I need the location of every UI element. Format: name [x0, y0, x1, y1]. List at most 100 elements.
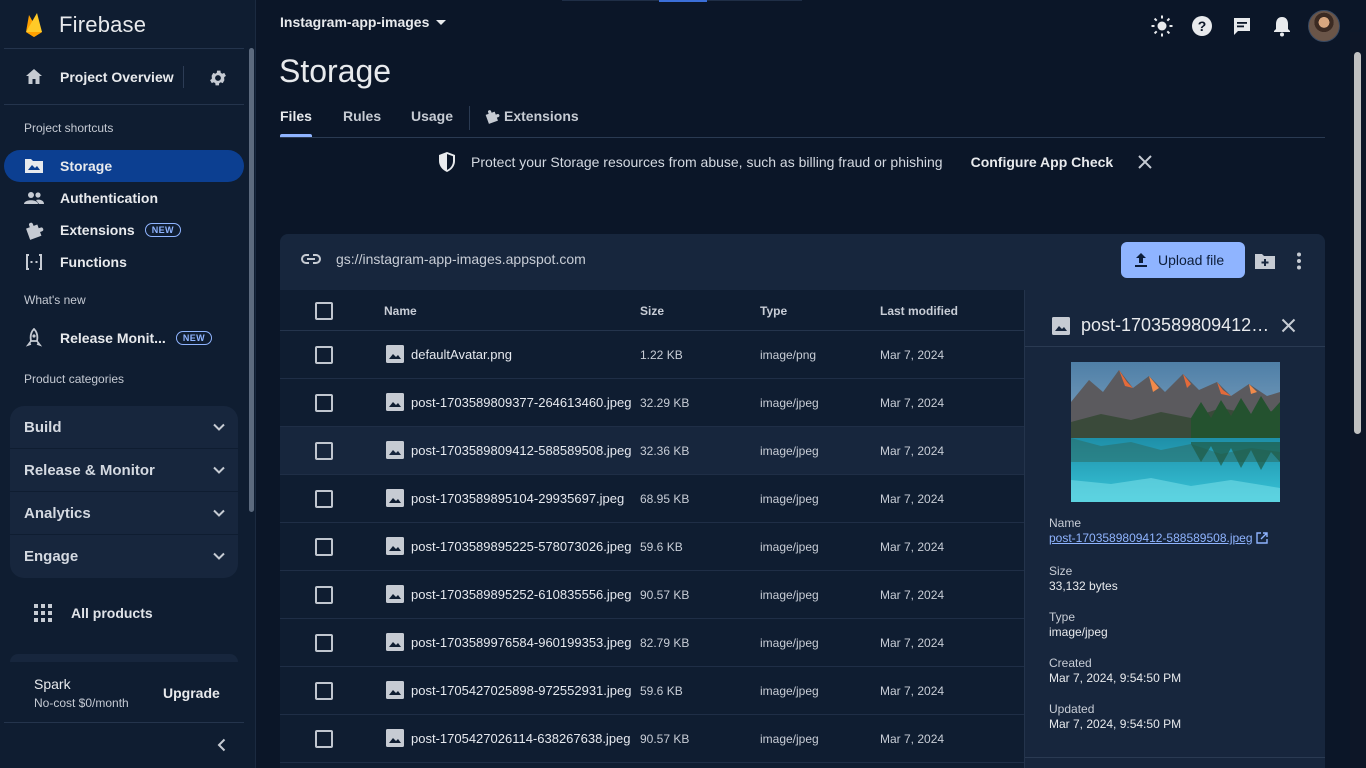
- details-created-value: Mar 7, 2024, 9:54:50 PM: [1049, 671, 1182, 685]
- close-icon[interactable]: [1281, 318, 1296, 333]
- all-products-link[interactable]: All products: [34, 604, 153, 622]
- sidebar-item-storage[interactable]: Storage: [4, 150, 244, 182]
- upgrade-button[interactable]: Upgrade: [163, 685, 220, 701]
- row-checkbox[interactable]: [315, 634, 333, 652]
- brand[interactable]: Firebase: [24, 10, 146, 40]
- sidebar-item-label: Release Monit...: [60, 330, 166, 346]
- file-name[interactable]: post-1705427025898-972552931.jpeg: [411, 683, 631, 698]
- sidebar-item-functions[interactable]: Functions: [4, 246, 244, 278]
- table-row[interactable]: post-1703589895104-29935697.jpeg 68.95 KB…: [280, 475, 1024, 523]
- file-modified: Mar 7, 2024: [880, 444, 945, 458]
- details-type-label: Type: [1049, 610, 1076, 624]
- theme-toggle-button[interactable]: [1150, 14, 1174, 38]
- row-checkbox[interactable]: [315, 730, 333, 748]
- file-size: 59.6 KB: [640, 684, 683, 698]
- avatar[interactable]: [1308, 10, 1340, 42]
- new-badge: NEW: [175, 331, 213, 345]
- file-modified: Mar 7, 2024: [880, 492, 945, 506]
- more-vert-icon[interactable]: [1296, 252, 1302, 270]
- file-name[interactable]: post-1703589895104-29935697.jpeg: [411, 491, 624, 506]
- sidebar-item-authentication[interactable]: Authentication: [4, 182, 244, 214]
- file-size: 1.22 KB: [640, 348, 683, 362]
- sidebar-item-release-monitor[interactable]: Release Monit... NEW: [4, 322, 244, 354]
- file-name[interactable]: post-1703589976584-960199353.jpeg: [411, 635, 631, 650]
- table-row[interactable]: post-1705427025898-972552931.jpeg 59.6 KB…: [280, 667, 1024, 715]
- sidebar-divider: [4, 104, 244, 105]
- storage-icon: [24, 156, 44, 176]
- plan-name: Spark: [34, 676, 71, 692]
- file-name[interactable]: post-1705427026114-638267638.jpeg: [411, 731, 631, 746]
- file-name[interactable]: post-1703589809377-264613460.jpeg: [411, 395, 631, 410]
- help-button[interactable]: ?: [1190, 14, 1214, 38]
- row-checkbox[interactable]: [315, 490, 333, 508]
- file-name[interactable]: post-1703589809412-588589508.jpeg: [411, 443, 631, 458]
- svg-text:?: ?: [1198, 18, 1207, 34]
- project-picker[interactable]: Instagram-app-images: [280, 14, 447, 30]
- scrollbar-thumb[interactable]: [1354, 52, 1361, 434]
- category-analytics[interactable]: Analytics: [10, 492, 238, 535]
- table-row[interactable]: post-1703589976584-960199353.jpeg 82.79 K…: [280, 619, 1024, 667]
- category-release-monitor[interactable]: Release & Monitor: [10, 449, 238, 492]
- row-checkbox[interactable]: [315, 586, 333, 604]
- upload-icon: [1135, 253, 1147, 267]
- column-type[interactable]: Type: [760, 304, 787, 318]
- category-engage[interactable]: Engage: [10, 535, 238, 578]
- category-label: Release & Monitor: [24, 461, 155, 479]
- file-name[interactable]: post-1703589895225-578073026.jpeg: [411, 539, 631, 554]
- file-modified: Mar 7, 2024: [880, 684, 945, 698]
- upload-file-button[interactable]: Upload file: [1121, 242, 1245, 278]
- feedback-button[interactable]: [1230, 14, 1254, 38]
- tab-extensions[interactable]: Extensions: [484, 108, 579, 124]
- table-row[interactable]: post-1703589895252-610835556.jpeg 90.57 K…: [280, 571, 1024, 619]
- gear-icon[interactable]: [208, 68, 228, 88]
- tab-rules[interactable]: Rules: [343, 108, 381, 124]
- apps-grid-icon: [34, 604, 52, 622]
- row-checkbox[interactable]: [315, 346, 333, 364]
- project-overview-link[interactable]: Project Overview: [24, 64, 244, 90]
- details-divider: [1025, 757, 1325, 758]
- row-checkbox[interactable]: [315, 394, 333, 412]
- bucket-path[interactable]: gs://instagram-app-images.appspot.com: [300, 251, 586, 267]
- file-name-text: post-1703589809412-588589508.jpeg: [1049, 531, 1253, 545]
- column-size[interactable]: Size: [640, 304, 664, 318]
- column-name[interactable]: Name: [384, 304, 417, 318]
- image-icon: [1052, 317, 1070, 335]
- sidebar-item-extensions[interactable]: Extensions NEW: [4, 214, 244, 246]
- table-row[interactable]: defaultAvatar.png 1.22 KB image/png Mar 7, …: [280, 331, 1024, 379]
- tab-usage[interactable]: Usage: [411, 108, 453, 124]
- file-modified: Mar 7, 2024: [880, 588, 945, 602]
- notifications-button[interactable]: [1270, 14, 1294, 38]
- details-name-label: Name: [1049, 516, 1082, 530]
- categories-title: Product categories: [24, 372, 125, 386]
- select-all-checkbox[interactable]: [315, 302, 333, 320]
- file-name[interactable]: defaultAvatar.png: [411, 347, 512, 362]
- top-progress-indicator: [659, 0, 707, 2]
- table-row[interactable]: post-1703589809412-588589508.jpeg 32.36 K…: [280, 427, 1024, 475]
- category-label: Engage: [24, 548, 79, 565]
- table-row[interactable]: post-1703589809377-264613460.jpeg 32.29 K…: [280, 379, 1024, 427]
- tab-files[interactable]: Files: [280, 108, 312, 137]
- file-type: image/jpeg: [760, 540, 819, 554]
- file-name-link[interactable]: post-1703589809412-588589508.jpeg: [1049, 531, 1268, 545]
- image-icon: [386, 729, 404, 747]
- whats-new-title: What's new: [24, 293, 86, 307]
- create-folder-icon[interactable]: [1254, 251, 1276, 271]
- close-icon[interactable]: [1137, 154, 1153, 170]
- file-type: image/jpeg: [760, 444, 819, 458]
- table-row[interactable]: post-1703589895225-578073026.jpeg 59.6 KB…: [280, 523, 1024, 571]
- chevron-left-icon[interactable]: [214, 737, 230, 753]
- sidebar-scrollbar[interactable]: [249, 48, 254, 512]
- category-build[interactable]: Build: [10, 406, 238, 449]
- active-tab-indicator: [280, 134, 312, 137]
- file-name[interactable]: post-1703589895252-610835556.jpeg: [411, 587, 631, 602]
- file-size: 90.57 KB: [640, 732, 690, 746]
- configure-app-check-button[interactable]: Configure App Check: [971, 154, 1114, 170]
- functions-icon: [24, 252, 44, 272]
- row-checkbox[interactable]: [315, 442, 333, 460]
- table-row[interactable]: post-1705427026114-638267638.jpeg 90.57 K…: [280, 715, 1024, 763]
- page-scrollbar[interactable]: [1350, 32, 1366, 768]
- row-checkbox[interactable]: [315, 538, 333, 556]
- project-overview-label: Project Overview: [60, 69, 174, 85]
- row-checkbox[interactable]: [315, 682, 333, 700]
- column-last-modified[interactable]: Last modified: [880, 304, 958, 318]
